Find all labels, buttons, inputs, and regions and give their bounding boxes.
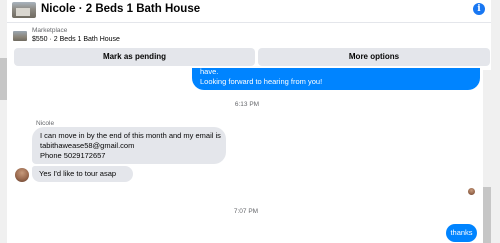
- sender-name: Nicole: [36, 120, 55, 127]
- message-text-line: have.: [200, 67, 219, 76]
- outgoing-message-bubble[interactable]: thanks: [446, 224, 477, 242]
- listing-title[interactable]: $550 · 2 Beds 1 Bath House: [32, 36, 120, 43]
- message-phone-text[interactable]: Phone 5029172657: [40, 151, 218, 161]
- left-scrollbar-track[interactable]: [0, 0, 7, 243]
- sender-avatar[interactable]: [15, 168, 29, 182]
- more-options-button[interactable]: More options: [258, 48, 490, 66]
- info-icon[interactable]: i: [473, 3, 485, 15]
- header-divider: [7, 22, 491, 23]
- messenger-conversation-window: Nicole · 2 Beds 1 Bath House i Marketpla…: [0, 0, 500, 243]
- incoming-message-bubble[interactable]: Yes I'd like to tour asap: [32, 166, 133, 182]
- mark-as-pending-button[interactable]: Mark as pending: [14, 48, 255, 66]
- left-scrollbar-thumb[interactable]: [0, 58, 7, 100]
- outgoing-message-bubble[interactable]: have. Looking forward to hearing from yo…: [192, 67, 480, 90]
- window-edge: [491, 0, 500, 243]
- message-text-line: I can move in by the end of this month a…: [40, 131, 221, 140]
- marketplace-listing[interactable]: Marketplace $550 · 2 Beds 1 Bath House: [7, 24, 491, 48]
- conversation-title[interactable]: Nicole · 2 Beds 1 Bath House: [41, 3, 200, 15]
- listing-thumbnail[interactable]: [13, 31, 27, 41]
- message-timestamp: 6:13 PM: [234, 101, 260, 108]
- listing-avatar[interactable]: [12, 2, 36, 18]
- message-email-text[interactable]: tabithawease58@gmail.com: [40, 141, 218, 151]
- incoming-message-bubble[interactable]: I can move in by the end of this month a…: [32, 127, 226, 164]
- message-text-line: Looking forward to hearing from you!: [200, 77, 323, 86]
- right-scrollbar-thumb[interactable]: [483, 187, 491, 243]
- conversation-header: Nicole · 2 Beds 1 Bath House i: [7, 0, 491, 22]
- seen-receipt-avatar: [468, 188, 475, 195]
- message-timestamp: 7:07 PM: [233, 208, 259, 215]
- listing-source-label: Marketplace: [32, 27, 68, 34]
